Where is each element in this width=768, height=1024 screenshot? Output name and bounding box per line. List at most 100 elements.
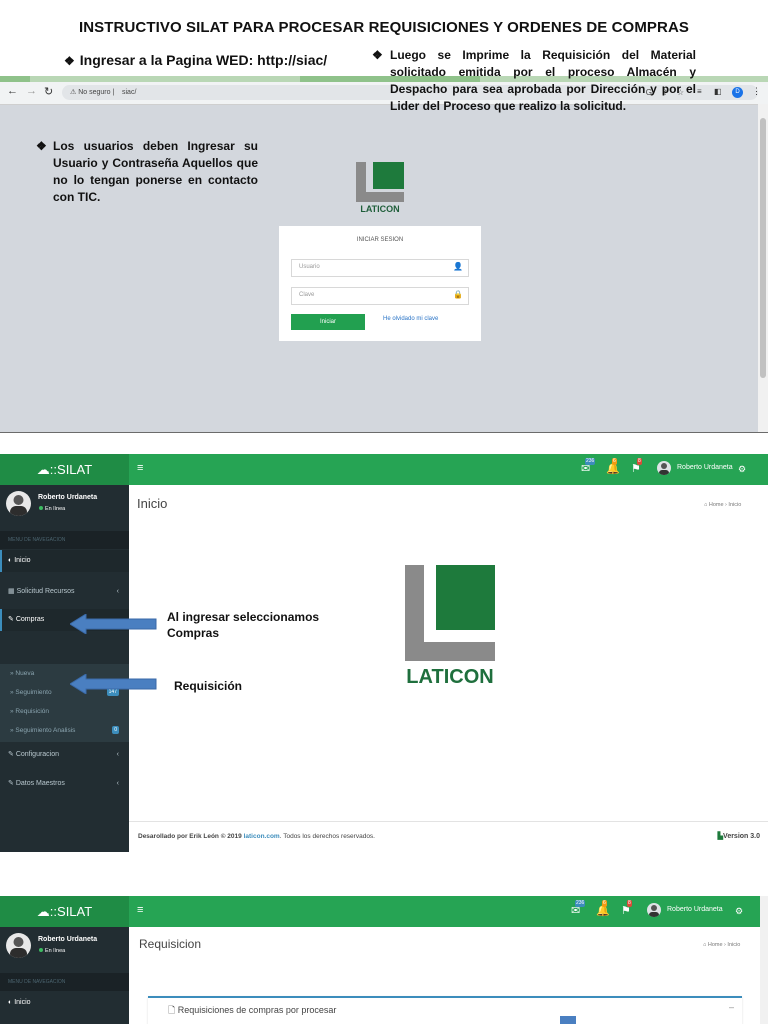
url-text: siac/ (122, 89, 137, 96)
submenu-label: Seguimiento Analisis (15, 727, 76, 734)
user-icon: 👤 (453, 262, 463, 271)
kebab-menu-icon[interactable]: ⋮ (752, 86, 761, 97)
login-heading: INICIAR SESION (356, 237, 404, 243)
breadcrumb-home[interactable]: Home (708, 942, 723, 948)
gears-icon[interactable]: ⚙ (735, 906, 743, 917)
logo-text: LATICON (360, 204, 400, 214)
version-label: ▙Version 3.0 (718, 832, 760, 840)
submenu-label: Nueva (15, 670, 35, 677)
navbar-user-name[interactable]: Roberto Urdaneta (667, 906, 723, 913)
wrench-icon: ✎ (8, 616, 14, 623)
bell-badge: 6 (612, 458, 617, 465)
submenu-requisicion[interactable]: » Requisición (10, 708, 49, 715)
breadcrumb-current: Inicio (727, 942, 741, 948)
sidebar-item-label: Inicio (14, 557, 31, 564)
sidebar-item-configuracion[interactable]: ✎ Configuracion ‹ (0, 744, 129, 766)
breadcrumb: ⌂ Home › Inicio (703, 942, 741, 948)
bullet-icon: ❖ (372, 48, 383, 62)
gears-icon[interactable]: ⚙ (738, 464, 746, 475)
footer: Desarollado por Erik León © 2019 laticon… (129, 821, 768, 852)
submenu-label: Seguimiento (15, 689, 52, 696)
bell-badge: 6 (602, 900, 607, 907)
grid-icon: ▦ (8, 588, 15, 595)
password-field[interactable]: Clave 🔒 (291, 287, 469, 305)
hamburger-icon[interactable]: ≡ (137, 904, 143, 916)
box-title-text: Requisiciones de compras por procesar (177, 1005, 337, 1015)
page-title: Requisicion (139, 937, 202, 951)
flag-badge: 8 (637, 458, 642, 465)
user-avatar-small[interactable] (657, 461, 671, 475)
reading-list-icon[interactable]: ≡ (697, 87, 702, 96)
submenu-nueva[interactable]: » Nueva (10, 670, 34, 677)
forward-arrow-icon[interactable]: → (26, 85, 37, 97)
sidebar-item-datos-maestros[interactable]: ✎ Datos Maestros ‹ (0, 773, 129, 795)
username-field[interactable]: Usuario 👤 (291, 259, 469, 277)
analisis-badge: 0 (112, 726, 119, 734)
login-button[interactable]: Iniciar (291, 314, 365, 330)
app-logo[interactable]: ☁::SILAT (0, 896, 129, 927)
back-arrow-icon[interactable]: ← (7, 85, 18, 97)
laticon-logo (405, 565, 495, 661)
navbar-user-name[interactable]: Roberto Urdaneta (677, 464, 733, 471)
box-title: 🗋 Requisiciones de compras por procesar (168, 1003, 336, 1019)
collapse-button[interactable]: – (729, 1002, 734, 1012)
print-instruction-text: Luego se Imprime la Requisición del Mate… (390, 48, 696, 113)
scrollbar[interactable] (758, 104, 768, 432)
submenu-seguimiento[interactable]: » Seguimiento (10, 689, 52, 696)
sidebar-item-solicitud[interactable]: ▦ Solicitud Recursos ‹ (0, 581, 129, 603)
user-avatar (6, 491, 31, 516)
forgot-password-link[interactable]: He olvidado mi clave (383, 316, 438, 322)
submenu-seguimiento-analisis[interactable]: » Seguimiento Analisis (10, 727, 75, 734)
scrollbar[interactable] (760, 896, 768, 1024)
home-icon: ⌂ (704, 502, 708, 508)
breadcrumb-current: Inicio (728, 502, 742, 508)
user-status: En línea (39, 948, 65, 954)
sidebar-item-inicio[interactable]: ◐ Inicio (0, 550, 129, 572)
arrow-to-compras (70, 614, 157, 634)
home-icon: ⌂ (703, 942, 707, 948)
browser-screenshot: ← → ↻ ⚠ No seguro | siac/ G ⇪ ☆ ≡ ◧ D ⋮ … (0, 76, 768, 433)
warning-icon: ⚠ (70, 89, 77, 96)
arrow-to-requisicion (70, 674, 157, 694)
footer-suffix: . Todos los derechos reservados. (279, 833, 375, 840)
instruction-url: ❖ Ingresar a la Pagina WED: http://siac/ (64, 52, 327, 68)
login-instruction: ❖ Los usuarios deben Ingresar su Usuario… (36, 138, 258, 206)
top-navbar: ≡ ✉ 236 🔔 6 ⚑ 8 Roberto Urdaneta ⚙ (129, 896, 768, 927)
document-title: INSTRUCTIVO SILAT PARA PROCESAR REQUISIC… (78, 19, 689, 36)
silat-screenshot: ☁::SILAT ≡ ✉ 236 🔔 6 ⚑ 8 Roberto Urdanet… (0, 454, 768, 852)
top-navbar: ≡ ✉ 236 🔔 6 ⚑ 8 Roberto Urdaneta ⚙ (129, 454, 768, 485)
breadcrumb-home[interactable]: Home (709, 502, 724, 508)
footer-text: Desarollado por Erik León © 2019 laticon… (138, 833, 375, 840)
sidebar-item-inicio[interactable]: ◐ Inicio (0, 992, 129, 1014)
app-logo[interactable]: ☁::SILAT (0, 454, 129, 485)
breadcrumb: ⌂ Home › Inicio (704, 502, 742, 508)
bullet-icon: ❖ (36, 139, 47, 153)
user-status-text: En línea (45, 948, 66, 954)
wrench-icon: ✎ (8, 751, 14, 758)
requisiciones-box: 🗋 Requisiciones de compras por procesar … (148, 996, 742, 1024)
flag-badge: 8 (627, 900, 632, 907)
not-secure-label: No seguro (78, 89, 111, 96)
user-avatar-small[interactable] (647, 903, 661, 917)
laticon-logo (356, 162, 404, 202)
profile-avatar[interactable]: D (732, 87, 743, 98)
username-placeholder: Usuario (299, 264, 320, 270)
arrow-down-partial (560, 1016, 576, 1024)
sidebar-item-label: Compras (15, 616, 45, 623)
dashboard-icon: ◐ (8, 557, 13, 564)
submenu-label: Requisición (15, 708, 50, 715)
instruction-url-text: Ingresar a la Pagina WED: http://siac/ (79, 52, 328, 68)
login-instruction-text: Los usuarios deben Ingresar su Usuario y… (53, 139, 258, 204)
sidebar-item-label: Datos Maestros (15, 780, 65, 787)
sidepanel-icon[interactable]: ◧ (714, 87, 722, 96)
app-logo-text: ::SILAT (49, 462, 93, 477)
footer-link[interactable]: laticon.com (244, 833, 280, 840)
sidebar-item-label: Solicitud Recursos (16, 588, 75, 595)
user-panel: Roberto Urdaneta En línea (0, 485, 129, 527)
chevron-left-icon: ‹ (116, 588, 119, 595)
chevron-left-icon: ‹ (116, 751, 119, 758)
dashboard-icon: ◐ (8, 999, 13, 1006)
print-instruction: ❖ Luego se Imprime la Requisición del Ma… (372, 47, 696, 115)
hamburger-icon[interactable]: ≡ (137, 462, 143, 474)
reload-icon[interactable]: ↻ (44, 85, 53, 98)
